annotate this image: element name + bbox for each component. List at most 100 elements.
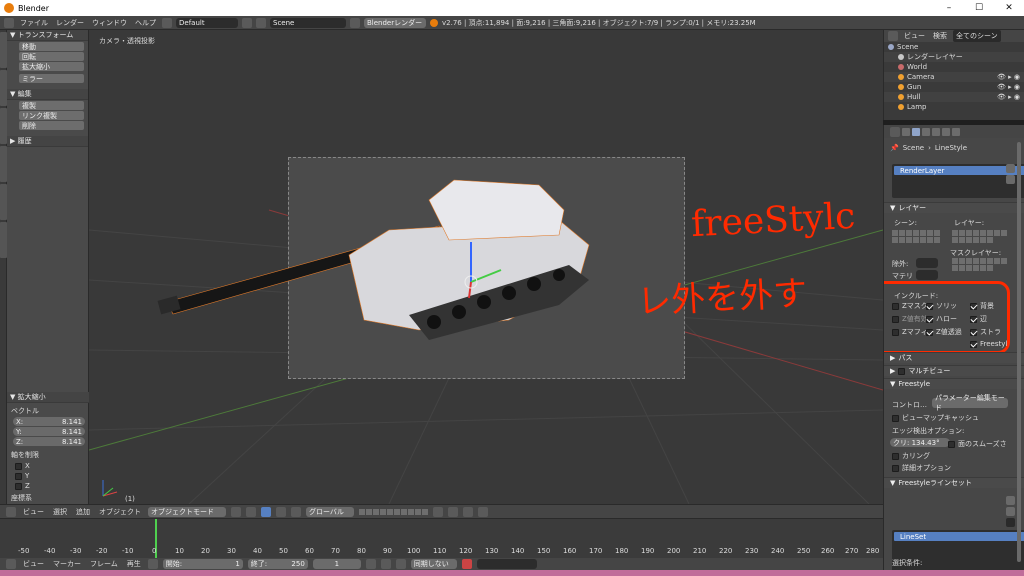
transform-panel-header[interactable]: ▼ トランスフォーム (7, 30, 88, 41)
face-smoothness-checkbox[interactable]: 面のスムーズさ (948, 439, 1007, 449)
include-sky-checkbox[interactable]: 背景 (970, 301, 994, 311)
rotate-manipulator-icon[interactable] (291, 506, 301, 517)
editor-type-icon[interactable] (888, 31, 898, 41)
menu-frame[interactable]: フレーム (88, 559, 120, 569)
vector-z-field[interactable]: Z: 8.141 (13, 437, 85, 446)
vector-y-field[interactable]: Y: 8.141 (13, 427, 85, 436)
constraint-x-checkbox[interactable]: X (15, 462, 89, 470)
modifier-tab-icon[interactable] (952, 127, 960, 136)
lineset-move-up-button[interactable] (1006, 518, 1015, 527)
record-icon[interactable] (461, 559, 472, 569)
minimize-button[interactable]: – (934, 0, 964, 16)
remove-layer-button[interactable] (1006, 175, 1015, 184)
layer-buttons[interactable] (359, 508, 428, 515)
outliner[interactable]: Scene レンダーレイヤー World Camera 👁 ▸ ◉ Gun 👁 ▸ … (883, 42, 1024, 120)
pivot-point-icon[interactable] (246, 506, 256, 517)
scene-icon[interactable] (256, 17, 266, 28)
operator-panel-header[interactable]: ▼ 拡大縮小 (7, 392, 89, 403)
duplicate-linked-button[interactable]: リンク複製 (19, 111, 84, 120)
viewport-shading-icon[interactable] (231, 506, 241, 517)
editor-type-icon[interactable] (6, 506, 16, 517)
tab-relations[interactable] (0, 108, 7, 144)
material-field[interactable] (916, 270, 938, 280)
add-layer-button[interactable] (1006, 164, 1015, 173)
manipulator-icon[interactable] (261, 506, 271, 517)
maximize-button[interactable]: ☐ (964, 0, 994, 16)
include-strand-checkbox[interactable]: ストラ (970, 327, 1001, 337)
preview-range-icon[interactable] (147, 559, 158, 569)
proportional-edit-icon[interactable] (448, 506, 458, 517)
3d-viewport[interactable]: カメラ・透視投影 (1) freeStylc レ外を外す (89, 30, 883, 504)
render-layers-tab-icon[interactable] (912, 127, 920, 136)
editor-type-icon[interactable] (890, 126, 900, 137)
outliner-row-lamp[interactable]: Lamp (884, 102, 1024, 112)
snap-icon[interactable] (463, 506, 473, 517)
include-zmask-checkbox[interactable]: Zマスク (892, 301, 928, 311)
outliner-row-world[interactable]: World (884, 62, 1024, 72)
pin-icon[interactable]: 📌 (890, 144, 899, 152)
menu-playback[interactable]: 再生 (125, 559, 143, 569)
vector-x-field[interactable]: X: 8.141 (13, 417, 85, 426)
keying-set-field[interactable] (476, 559, 537, 569)
properties-scrollbar[interactable] (1017, 142, 1021, 562)
scene-tab-icon[interactable] (922, 127, 930, 136)
crease-angle-field[interactable]: クリ: 134.43° (890, 438, 950, 447)
play-icon[interactable] (380, 559, 391, 569)
menu-render[interactable]: レンダー (54, 18, 86, 28)
include-zmaskfill-checkbox[interactable]: Zマフィ (892, 327, 928, 337)
tab-tools[interactable] (0, 32, 7, 68)
render-preview-icon[interactable] (478, 506, 488, 517)
menu-object[interactable]: オブジェクト (97, 507, 143, 517)
outliner-menu-view[interactable]: ビュー (902, 31, 927, 41)
exclude-field[interactable] (916, 258, 938, 268)
mode-select[interactable]: オブジェクトモード (148, 506, 226, 517)
passes-section-header[interactable]: ▶ パス (884, 352, 1024, 363)
menu-marker[interactable]: マーカー (51, 559, 83, 569)
include-ztransp-checkbox[interactable]: Z値透過 (926, 327, 962, 337)
include-edge-checkbox[interactable]: 辺 (970, 314, 987, 324)
orientation-select[interactable]: グローバル (306, 506, 354, 517)
sync-mode-select[interactable]: 同期しない (410, 559, 457, 569)
multiview-section-header[interactable]: ▶ マルチビュー (884, 365, 1024, 376)
outliner-row-scene[interactable]: Scene (884, 42, 1024, 52)
menu-add[interactable]: 追加 (74, 507, 92, 517)
freestyle-section-header[interactable]: ▼ Freestyle (884, 378, 1024, 389)
render-engine-select[interactable]: Blenderレンダー (364, 17, 426, 28)
jump-start-icon[interactable] (365, 559, 376, 569)
outliner-row-gun[interactable]: Gun 👁 ▸ ◉ (884, 82, 1024, 92)
history-panel-header[interactable]: ▶ 履歴 (7, 136, 88, 147)
timeline[interactable]: -50 -40 -30 -20 -10 0 10 20 30 40 50 60 … (0, 518, 883, 559)
control-mode-select[interactable]: パラメーター編集モード (932, 394, 1008, 412)
object-tab-icon[interactable] (942, 127, 950, 136)
tab-physics[interactable] (0, 184, 7, 220)
lineset-section-header[interactable]: ▼ Freestyleラインセット (884, 477, 1024, 488)
delete-button[interactable]: 削除 (19, 121, 84, 130)
lineset-item[interactable]: LineSet (894, 532, 1024, 541)
lock-icon[interactable] (433, 506, 443, 517)
include-solid-checkbox[interactable]: ソリッ (926, 301, 957, 311)
render-layer-list[interactable]: RenderLayer (892, 164, 1024, 198)
render-layer-item[interactable]: RenderLayer (894, 166, 1024, 175)
tab-animation[interactable] (0, 146, 7, 182)
scene-field[interactable]: Scene (270, 17, 346, 28)
add-screen-icon[interactable] (242, 17, 252, 28)
constraint-y-checkbox[interactable]: Y (15, 472, 89, 480)
editor-type-icon[interactable] (6, 559, 16, 569)
layer-section-header[interactable]: ▼ レイヤー (884, 202, 1024, 213)
menu-view[interactable]: ビュー (21, 507, 46, 517)
properties-editor[interactable]: 📌 Scene › LineStyle RenderLayer ▼ レイヤー シ… (883, 138, 1024, 570)
scale-button[interactable]: 拡大縮小 (19, 62, 84, 71)
rotate-button[interactable]: 回転 (19, 52, 84, 61)
outliner-row-hull[interactable]: Hull 👁 ▸ ◉ (884, 92, 1024, 102)
translate-button[interactable]: 移動 (19, 42, 84, 51)
outliner-display-mode[interactable]: 全てのシーン (953, 30, 1001, 42)
translate-manipulator-icon[interactable] (276, 506, 286, 517)
menu-select[interactable]: 選択 (51, 507, 69, 517)
include-halo-checkbox[interactable]: ハロー (926, 314, 957, 324)
viewmap-cache-checkbox[interactable]: ビューマップキャッシュ (892, 413, 979, 423)
screen-layout-field[interactable]: Default (176, 17, 238, 28)
include-freestyle-checkbox[interactable]: Freestyl (970, 340, 1007, 348)
culling-checkbox[interactable]: カリング (892, 451, 930, 461)
screen-layout-icon[interactable] (162, 17, 172, 28)
current-frame-field[interactable]: 1 (312, 559, 361, 569)
